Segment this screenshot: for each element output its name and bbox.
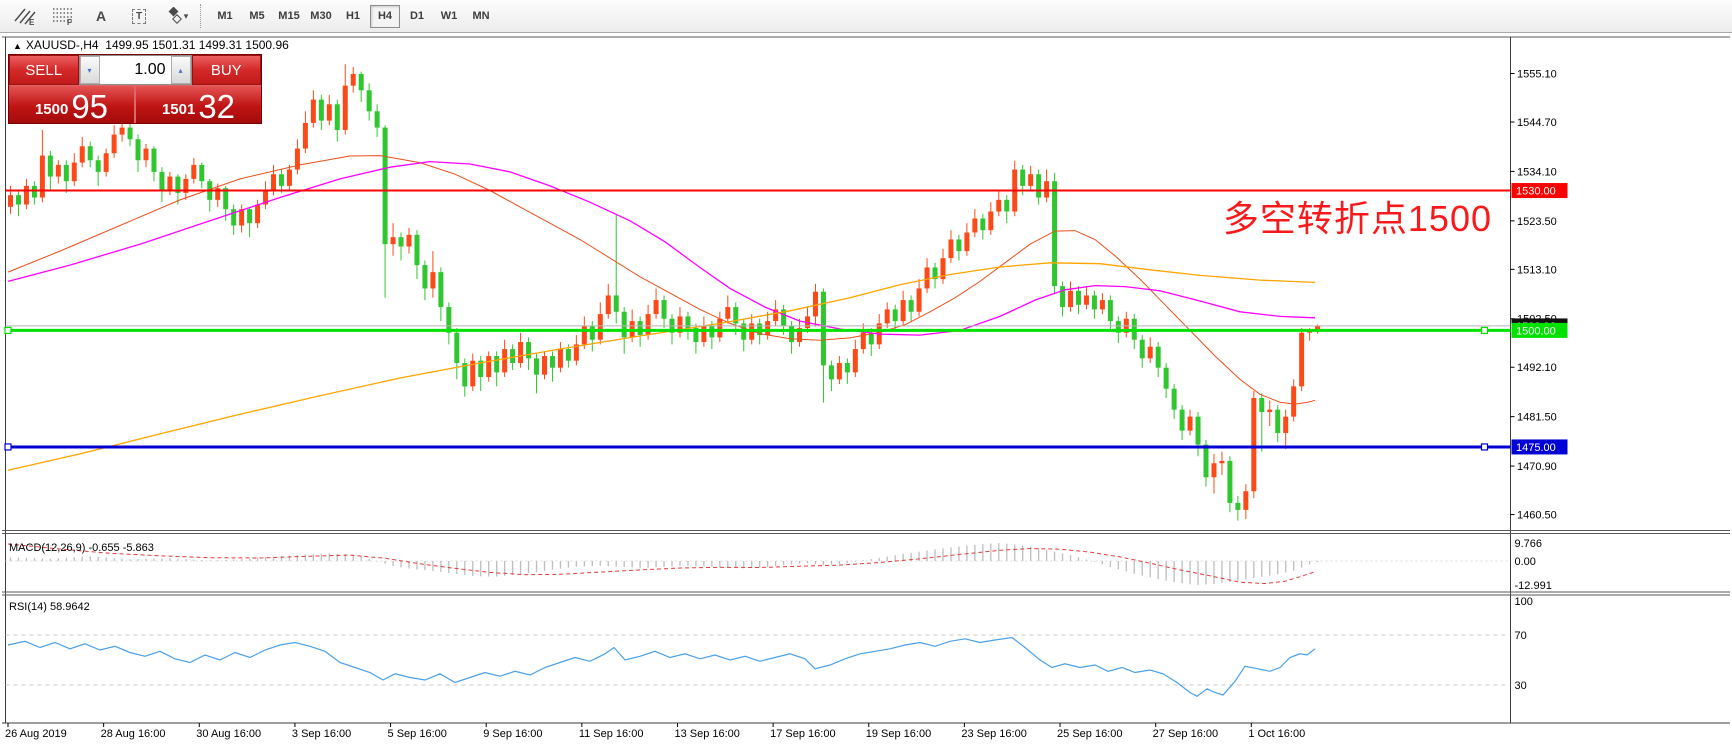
arrows-icon[interactable]: ▾ xyxy=(158,3,196,30)
svg-text:1555.10: 1555.10 xyxy=(1517,69,1557,81)
toolbar-separator xyxy=(200,4,202,28)
symbol-header: ▲ XAUUSD-,H4 1499.95 1501.31 1499.31 1500… xyxy=(13,38,289,52)
ohlc-readout: 1499.95 1501.31 1499.31 1500.96 xyxy=(105,38,289,52)
svg-text:1481.50: 1481.50 xyxy=(1517,412,1557,424)
timeframe-m30[interactable]: M30 xyxy=(306,5,336,28)
buy-price-big: 32 xyxy=(198,88,236,125)
volume-input[interactable]: 1.00 xyxy=(99,56,171,84)
svg-text:70: 70 xyxy=(1515,630,1527,642)
svg-text:1530.00: 1530.00 xyxy=(1516,186,1556,198)
timeframe-m15[interactable]: M15 xyxy=(274,5,304,28)
svg-text:26 Aug 2019: 26 Aug 2019 xyxy=(5,728,67,740)
svg-text:1523.50: 1523.50 xyxy=(1517,216,1557,228)
drawing-tools-group: E F A T ▾ xyxy=(6,3,196,30)
fibonacci-icon[interactable]: F xyxy=(44,3,82,30)
annotation-text[interactable]: 多空转折点1500 xyxy=(1223,190,1492,242)
hline-badge-1530: 1530.00 xyxy=(1511,183,1568,199)
symbol-title: XAUUSD-,H4 xyxy=(25,38,99,52)
svg-text:1544.70: 1544.70 xyxy=(1517,117,1557,129)
chart-frame xyxy=(0,33,1732,748)
text-icon[interactable]: A xyxy=(82,3,120,30)
equidistant-channel-icon[interactable]: E xyxy=(6,3,44,30)
svg-text:23 Sep 16:00: 23 Sep 16:00 xyxy=(961,728,1026,740)
chart-canvas[interactable]: 1555.101544.701534.101523.501513.101502.… xyxy=(0,33,1732,748)
svg-text:17 Sep 16:00: 17 Sep 16:00 xyxy=(770,728,835,740)
svg-text:25 Sep 16:00: 25 Sep 16:00 xyxy=(1057,728,1122,740)
timeframe-mn[interactable]: MN xyxy=(466,5,496,28)
volume-down-icon[interactable]: ▾ xyxy=(79,56,100,84)
text-label-icon-glyph: T xyxy=(131,8,147,24)
svg-text:5 Sep 16:00: 5 Sep 16:00 xyxy=(388,728,447,740)
text-label-icon[interactable]: T xyxy=(120,3,158,30)
svg-text:1513.10: 1513.10 xyxy=(1517,264,1557,276)
svg-text:0.00: 0.00 xyxy=(1515,556,1536,568)
svg-text:1470.90: 1470.90 xyxy=(1517,461,1557,473)
svg-text:28 Aug 16:00: 28 Aug 16:00 xyxy=(101,728,166,740)
hline-badge-1475: 1475.00 xyxy=(1511,439,1568,455)
svg-text:E: E xyxy=(29,18,35,26)
macd-label: MACD(12,26,9) -0.655 -5.863 xyxy=(9,542,154,554)
timeframe-h4[interactable]: H4 xyxy=(370,4,400,28)
svg-text:-12.991: -12.991 xyxy=(1515,580,1552,592)
timeframe-w1[interactable]: W1 xyxy=(434,5,464,28)
timeframe-buttons-group: M1 M5 M15 M30 H1 H4 D1 W1 MN xyxy=(209,4,497,28)
svg-text:1475.00: 1475.00 xyxy=(1516,442,1556,454)
svg-text:30 Aug 16:00: 30 Aug 16:00 xyxy=(196,728,261,740)
timeframe-m5[interactable]: M5 xyxy=(242,5,272,28)
buy-price-small: 1501 xyxy=(161,101,196,118)
volume-up-icon[interactable]: ▴ xyxy=(170,56,191,84)
svg-text:19 Sep 16:00: 19 Sep 16:00 xyxy=(866,728,931,740)
svg-text:11 Sep 16:00: 11 Sep 16:00 xyxy=(579,728,644,740)
svg-text:100: 100 xyxy=(1515,596,1533,608)
svg-text:1492.10: 1492.10 xyxy=(1517,362,1557,374)
svg-text:13 Sep 16:00: 13 Sep 16:00 xyxy=(674,728,739,740)
svg-text:1 Oct 16:00: 1 Oct 16:00 xyxy=(1248,728,1305,740)
one-click-trading-panel: SELL ▾ 1.00 ▴ BUY 1500 95 1501 32 xyxy=(8,54,262,124)
hline-badge-1500: 1500.00 xyxy=(1511,322,1568,338)
svg-text:1534.10: 1534.10 xyxy=(1517,166,1557,178)
svg-text:9.766: 9.766 xyxy=(1515,538,1543,550)
sell-price-small: 1500 xyxy=(34,101,69,118)
sell-price-big: 95 xyxy=(71,88,109,125)
svg-text:1500.00: 1500.00 xyxy=(1516,325,1556,337)
timeframe-d1[interactable]: D1 xyxy=(402,5,432,28)
rsi-label: RSI(14) 58.9642 xyxy=(9,601,90,613)
sell-button[interactable]: SELL xyxy=(9,55,79,85)
svg-text:3 Sep 16:00: 3 Sep 16:00 xyxy=(292,728,351,740)
top-toolbar: E F A T ▾ M1 M5 M15 M30 H1 H4 D1 W1 MN xyxy=(0,0,1732,33)
buy-price-display[interactable]: 1501 32 xyxy=(136,86,261,123)
collapse-panel-icon[interactable]: ▲ xyxy=(13,41,22,51)
volume-stepper: ▾ 1.00 ▴ xyxy=(78,55,192,85)
timeframe-m1[interactable]: M1 xyxy=(210,5,240,28)
timeframe-h1[interactable]: H1 xyxy=(338,5,368,28)
svg-text:9 Sep 16:00: 9 Sep 16:00 xyxy=(483,728,542,740)
sell-price-display[interactable]: 1500 95 xyxy=(9,86,134,123)
chart-region: 1555.101544.701534.101523.501513.101502.… xyxy=(0,33,1732,748)
svg-text:27 Sep 16:00: 27 Sep 16:00 xyxy=(1153,728,1218,740)
buy-button[interactable]: BUY xyxy=(191,55,261,85)
svg-text:F: F xyxy=(67,18,72,26)
svg-text:30: 30 xyxy=(1515,680,1527,692)
mt4-window: { "toolbar": { "tools": [ {"name":"equid… xyxy=(0,0,1732,748)
text-icon-glyph: A xyxy=(95,8,107,24)
svg-text:1460.50: 1460.50 xyxy=(1517,510,1557,522)
